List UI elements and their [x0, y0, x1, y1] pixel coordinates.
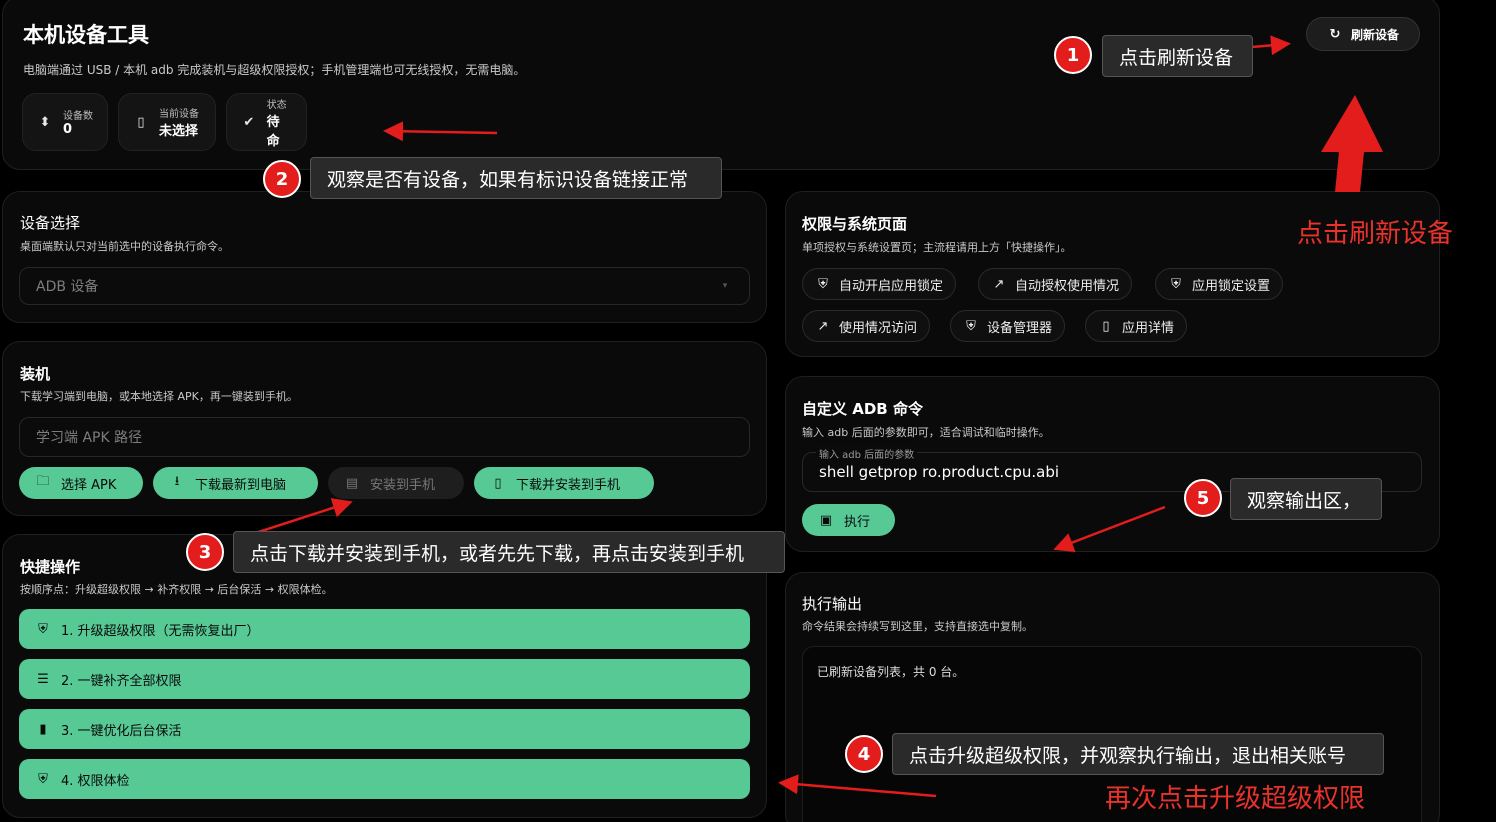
button-label: 应用详情	[1122, 320, 1175, 336]
button-label: 1. 升级超级权限（无需恢复出厂）	[61, 623, 260, 639]
stat-label: 当前设备	[159, 109, 199, 120]
output-text: 已刷新设备列表，共 0 台。	[817, 665, 965, 679]
button-label: 使用情况访问	[839, 320, 918, 336]
annotation-callout-5: 观察输出区，	[1230, 478, 1382, 520]
shield-check-icon: ⛨	[38, 771, 48, 787]
adb-field-label: 输入 adb 后面的参数	[816, 446, 918, 461]
device-admin-button[interactable]: ⛨ 设备管理器	[950, 310, 1066, 342]
annotation-callout-2: 观察是否有设备，如果有标识设备链接正常	[310, 157, 722, 199]
button-label: 4. 权限体检	[61, 773, 130, 789]
section-title: 执行输出	[802, 595, 863, 613]
stat-value: 未选择	[159, 124, 199, 139]
refresh-icon: ↻	[1329, 26, 1341, 42]
quick-check-button[interactable]: ⛨ 4. 权限体检	[19, 759, 750, 799]
phone-settings-icon: ▯	[1102, 318, 1110, 334]
button-label: 选择 APK	[61, 477, 117, 493]
annotation-badge-1: 1	[1054, 36, 1092, 74]
install-to-phone-button[interactable]: ▤ 安装到手机	[328, 467, 464, 499]
quick-upgrade-button[interactable]: ⛨ 1. 升级超级权限（无需恢复出厂）	[19, 609, 750, 649]
header-card: 本机设备工具 电脑端通过 USB / 本机 adb 完成装机与超级权限授权；手机…	[2, 0, 1440, 170]
quick-keepalive-button[interactable]: ▮ 3. 一键优化后台保活	[19, 709, 750, 749]
annotation-badge-3: 3	[186, 533, 224, 571]
annotation-red-text-refresh: 点击刷新设备	[1297, 219, 1454, 249]
download-install-button[interactable]: ▯ 下载并安装到手机	[474, 467, 654, 499]
section-subtitle: 桌面端默认只对当前选中的设备执行命令。	[20, 240, 229, 253]
auto-usage-grant-button[interactable]: ↗ 自动授权使用情况	[978, 268, 1133, 300]
folder-icon: 🗀	[36, 474, 50, 489]
run-button[interactable]: ▣ 执行	[802, 504, 895, 536]
page-title: 本机设备工具	[23, 23, 149, 47]
section-title: 设备选择	[20, 214, 81, 232]
button-label: 应用锁定设置	[1192, 278, 1271, 294]
section-title: 自定义 ADB 命令	[802, 400, 923, 418]
button-label: 下载并安装到手机	[516, 477, 621, 493]
terminal-icon: ▣	[819, 512, 833, 528]
download-latest-button[interactable]: ⭳ 下载最新到电脑	[153, 467, 318, 499]
stat-current-device: ▯ 当前设备未选择	[118, 93, 216, 151]
auto-app-lock-button[interactable]: ⛨ 自动开启应用锁定	[802, 268, 957, 300]
chart-icon: ↗	[817, 318, 829, 334]
stat-status: ✔ 状态待命	[226, 93, 307, 151]
phone-icon: ▯	[137, 114, 145, 130]
app-details-button[interactable]: ▯ 应用详情	[1085, 310, 1188, 342]
quick-grant-all-button[interactable]: ☰ 2. 一键补齐全部权限	[19, 659, 750, 699]
button-label: 2. 一键补齐全部权限	[61, 673, 182, 689]
stat-label: 状态	[266, 99, 287, 111]
list-icon: ☰	[37, 671, 49, 687]
button-label: 执行	[844, 514, 871, 530]
button-label: 自动开启应用锁定	[839, 278, 944, 294]
install-icon: ▤	[345, 475, 359, 491]
annotation-badge-5: 5	[1184, 479, 1222, 517]
button-label: 安装到手机	[370, 477, 436, 493]
apk-path-input[interactable]: 学习端 APK 路径	[19, 417, 750, 457]
adb-command-value: shell getprop ro.product.cpu.abi	[819, 463, 1060, 481]
device-select-dropdown[interactable]: ADB 设备 ▾	[19, 267, 750, 305]
section-subtitle: 下载学习端到电脑，或本地选择 APK，再一键装到手机。	[20, 390, 298, 403]
refresh-button[interactable]: ↻ 刷新设备	[1306, 17, 1420, 51]
battery-icon: ▮	[39, 721, 47, 737]
page-subtitle: 电脑端通过 USB / 本机 adb 完成装机与超级权限授权；手机管理端也可无线…	[23, 63, 526, 77]
refresh-label: 刷新设备	[1350, 27, 1399, 42]
annotation-callout-4: 点击升级超级权限，并观察执行输出，退出相关账号	[892, 733, 1384, 775]
button-label: 下载最新到电脑	[195, 477, 287, 493]
annotation-callout-1: 点击刷新设备	[1102, 35, 1253, 77]
stat-value: 0	[63, 122, 73, 137]
shield-icon: ⛨	[38, 621, 48, 637]
device-select-value: ADB 设备	[36, 279, 99, 295]
annotation-badge-4: 4	[845, 735, 883, 773]
app-lock-settings-button[interactable]: ⛨ 应用锁定设置	[1155, 268, 1284, 300]
section-subtitle: 输入 adb 后面的参数即可，适合调试和临时操作。	[802, 426, 1050, 439]
usb-icon: ⬍	[39, 114, 51, 130]
section-title: 权限与系统页面	[802, 215, 908, 233]
choose-apk-button[interactable]: 🗀 选择 APK	[19, 467, 143, 499]
apk-path-placeholder: 学习端 APK 路径	[36, 430, 143, 446]
phone-download-icon: ▯	[494, 475, 502, 491]
annotation-badge-2: 2	[263, 160, 301, 198]
stat-value: 待命	[266, 114, 280, 149]
section-subtitle: 命令结果会持续写到这里，支持直接选中复制。	[802, 620, 1033, 633]
stat-device-count: ⬍ 设备数 0	[22, 93, 108, 151]
button-label: 自动授权使用情况	[1015, 278, 1120, 294]
annotation-red-text-upgrade: 再次点击升级超级权限	[1105, 784, 1366, 814]
check-circle-icon: ✔	[243, 114, 255, 130]
button-label: 3. 一键优化后台保活	[61, 723, 182, 739]
chart-icon: ↗	[993, 276, 1005, 292]
annotation-callout-3: 点击下载并安装到手机，或者先先下载，再点击安装到手机	[233, 531, 785, 573]
section-subtitle: 按顺序点：升级超级权限 → 补齐权限 → 后台保活 → 权限体检。	[20, 583, 333, 596]
chevron-down-icon: ▾	[722, 281, 728, 291]
download-icon: ⭳	[174, 474, 180, 489]
section-title: 装机	[20, 365, 51, 383]
shield-half-icon: ⛨	[966, 318, 976, 334]
shield-icon: ⛨	[818, 276, 828, 292]
stat-label: 设备数	[63, 111, 93, 122]
usage-access-button[interactable]: ↗ 使用情况访问	[802, 310, 931, 342]
section-subtitle: 单项授权与系统设置页；主流程请用上方「快捷操作」。	[802, 241, 1072, 254]
section-title: 快捷操作	[20, 558, 81, 576]
button-label: 设备管理器	[987, 320, 1053, 336]
shield-outline-icon: ⛨	[1171, 276, 1181, 292]
